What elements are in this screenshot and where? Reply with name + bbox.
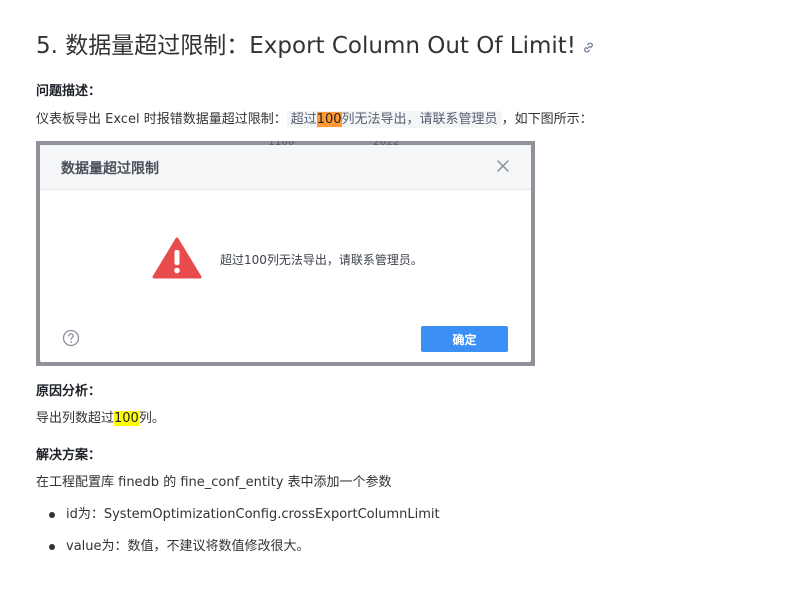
problem-label: 问题描述： bbox=[36, 84, 102, 99]
confirm-button[interactable]: 确定 bbox=[421, 326, 508, 352]
dialog-message: 超过100列无法导出，请联系管理员。 bbox=[220, 253, 423, 267]
cause-label: 原因分析： bbox=[36, 384, 102, 399]
highlight-100: 100 bbox=[316, 112, 342, 127]
warning-icon bbox=[152, 237, 202, 283]
problem-text: 仪表板导出 Excel 时报错数据量超过限制： 超过100列无法导出，请联系管理员… bbox=[36, 110, 593, 130]
cause-text: 导出列数超过100列。 bbox=[36, 409, 165, 429]
list-item: id为：SystemOptimizationConfig.crossExport… bbox=[36, 503, 440, 535]
limit-dialog: 数据量超过限制 超过100列无法导出，请联系管理员。 确定 bbox=[40, 145, 531, 362]
problem-text-suffix: ，如下图所示： bbox=[501, 112, 593, 127]
list-item: value为：数值，不建议将数值修改很大。 bbox=[36, 535, 440, 567]
cause-pre: 导出列数超过 bbox=[36, 411, 115, 426]
solution-text: 在工程配置库 finedb 的 fine_conf_entity 表中添加一个参… bbox=[36, 475, 392, 490]
solution-list: id为：SystemOptimizationConfig.crossExport… bbox=[36, 503, 440, 567]
dialog-header: 数据量超过限制 bbox=[40, 145, 531, 190]
problem-text-prefix: 仪表板导出 Excel 时报错数据量超过限制： bbox=[36, 112, 287, 127]
error-dialog-screenshot: 1100 2022 数据量超过限制 超过100列无法导出，请联系管理员。 确定 bbox=[36, 141, 535, 366]
code-post: 列无法导出，请联系管理员 bbox=[341, 112, 498, 127]
solution-label: 解决方案： bbox=[36, 448, 102, 463]
dialog-title: 数据量超过限制 bbox=[61, 161, 159, 177]
help-icon[interactable] bbox=[62, 329, 80, 351]
close-icon[interactable] bbox=[495, 158, 511, 174]
link-icon[interactable] bbox=[582, 31, 595, 63]
code-pre: 超过 bbox=[290, 112, 317, 127]
error-message-code: 超过100列无法导出，请联系管理员 bbox=[286, 111, 502, 128]
cause-post: 列。 bbox=[138, 411, 165, 426]
section-heading: 5. 数据量超过限制：Export Column Out Of Limit! bbox=[36, 30, 595, 63]
heading-text: 5. 数据量超过限制：Export Column Out Of Limit! bbox=[36, 33, 577, 59]
highlight-100-cause: 100 bbox=[114, 411, 139, 426]
